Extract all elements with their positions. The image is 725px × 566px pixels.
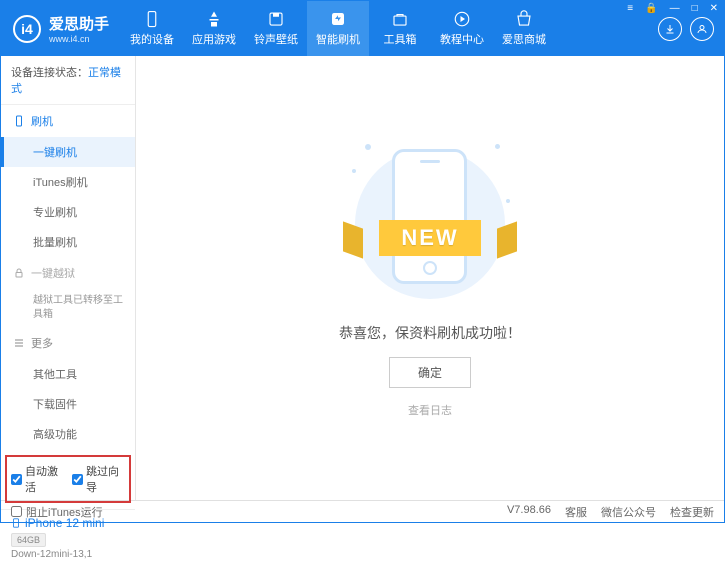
maximize-icon[interactable]: □ (689, 2, 701, 15)
lock-group-icon (13, 267, 25, 279)
nav-apps[interactable]: 应用游戏 (183, 1, 245, 56)
jailbreak-note: 越狱工具已转移至工具箱 (1, 289, 135, 327)
sidebar: 设备连接状态：正常模式 刷机 一键刷机 iTunes刷机 专业刷机 批量刷机 一… (1, 56, 136, 500)
brand-name: 爱思助手 (49, 13, 109, 34)
logo: i4 爱思助手 www.i4.cn (1, 13, 121, 44)
flash-icon (329, 10, 347, 28)
more-group-icon (13, 337, 25, 349)
toolbox-icon (391, 10, 409, 28)
update-link[interactable]: 检查更新 (670, 504, 714, 520)
nav-my-device[interactable]: 我的设备 (121, 1, 183, 56)
store-icon (515, 10, 533, 28)
menu-icon[interactable]: ≡ (624, 2, 636, 15)
main-nav: 我的设备 应用游戏 铃声壁纸 智能刷机 工具箱 教程中心 爱思商城 (121, 1, 658, 56)
nav-tutorials[interactable]: 教程中心 (431, 1, 493, 56)
sidebar-item-download[interactable]: 下载固件 (1, 389, 135, 419)
app-header: i4 爱思助手 www.i4.cn 我的设备 应用游戏 铃声壁纸 智能刷机 工具… (1, 1, 724, 56)
view-log-link[interactable]: 查看日志 (408, 402, 452, 418)
support-link[interactable]: 客服 (565, 504, 587, 520)
nav-store[interactable]: 爱思商城 (493, 1, 555, 56)
minimize-icon[interactable]: — (667, 2, 683, 15)
success-message: 恭喜您，保资料刷机成功啦！ (339, 323, 521, 343)
nav-flash[interactable]: 智能刷机 (307, 1, 369, 56)
sidebar-item-other[interactable]: 其他工具 (1, 359, 135, 389)
device-storage: 64GB (11, 533, 46, 547)
block-itunes-checkbox[interactable]: 阻止iTunes运行 (11, 504, 103, 520)
device-info: Down-12mini-13,1 (11, 549, 125, 560)
group-more[interactable]: 更多 (1, 327, 135, 359)
main-content: NEW 恭喜您，保资料刷机成功啦！ 确定 查看日志 (136, 56, 724, 500)
logo-icon: i4 (13, 15, 41, 43)
wallpaper-icon (267, 10, 285, 28)
sidebar-item-advanced[interactable]: 高级功能 (1, 419, 135, 449)
checkbox-auto-activate[interactable]: 自动激活 (11, 463, 64, 495)
new-ribbon: NEW (335, 217, 525, 259)
nav-ringtones[interactable]: 铃声壁纸 (245, 1, 307, 56)
sidebar-item-pro[interactable]: 专业刷机 (1, 197, 135, 227)
group-jailbreak: 一键越狱 (1, 257, 135, 289)
tutorial-icon (453, 10, 471, 28)
download-button[interactable] (658, 17, 682, 41)
apps-icon (205, 10, 223, 28)
close-icon[interactable]: ✕ (707, 2, 721, 15)
user-button[interactable] (690, 17, 714, 41)
nav-toolbox[interactable]: 工具箱 (369, 1, 431, 56)
checkbox-skip-guide[interactable]: 跳过向导 (72, 463, 125, 495)
sidebar-item-itunes[interactable]: iTunes刷机 (1, 167, 135, 197)
group-flash[interactable]: 刷机 (1, 105, 135, 137)
options-highlight: 自动激活 跳过向导 (5, 455, 131, 503)
connection-status: 设备连接状态：正常模式 (1, 56, 135, 105)
flash-group-icon (13, 115, 25, 127)
success-illustration: NEW (350, 139, 510, 309)
sidebar-item-oneclick[interactable]: 一键刷机 (1, 137, 135, 167)
version-label: V7.98.66 (507, 504, 551, 520)
brand-url: www.i4.cn (49, 34, 109, 44)
ok-button[interactable]: 确定 (389, 357, 471, 388)
phone-icon (143, 10, 161, 28)
sidebar-item-batch[interactable]: 批量刷机 (1, 227, 135, 257)
wechat-link[interactable]: 微信公众号 (601, 504, 656, 520)
lock-icon[interactable]: 🔒 (642, 2, 660, 15)
